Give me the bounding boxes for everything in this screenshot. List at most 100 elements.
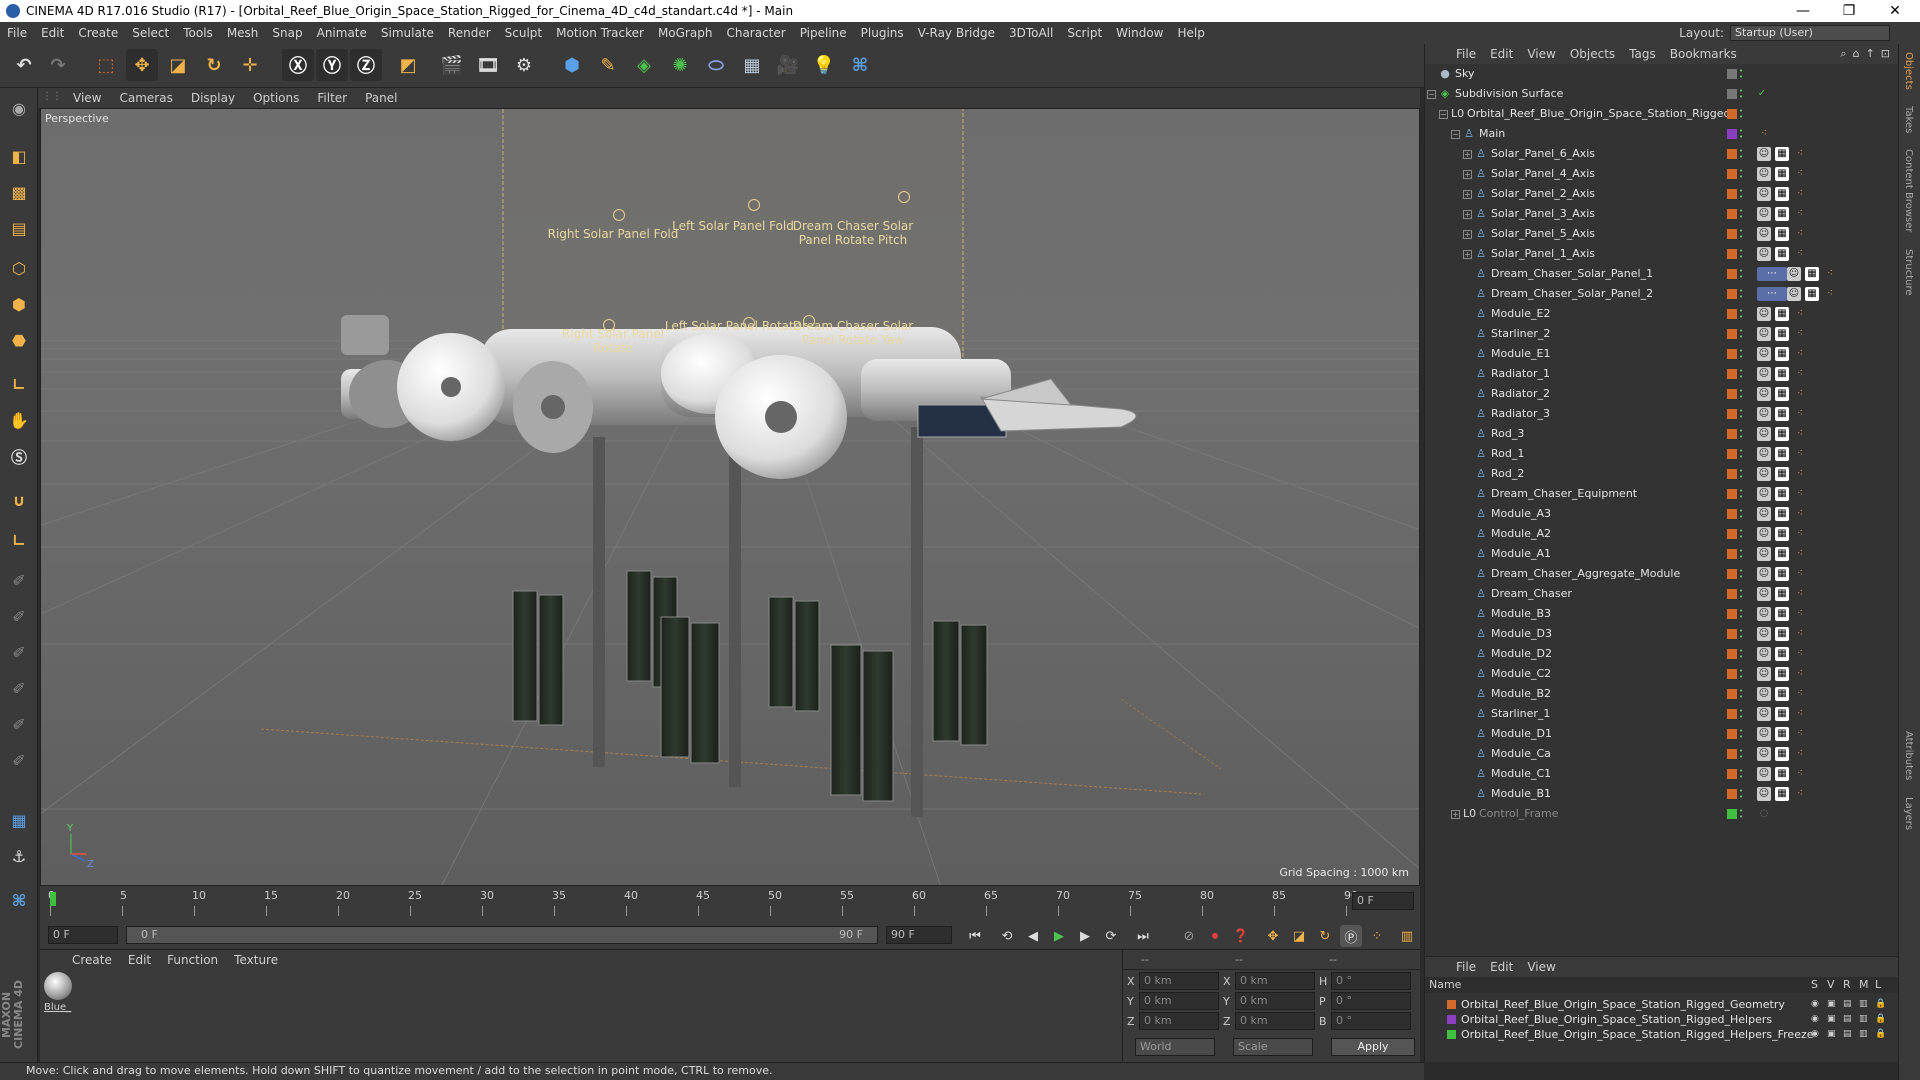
spline-pen-icon[interactable]: ✎ [592, 49, 624, 81]
move-tool-icon[interactable]: ✥ [126, 49, 158, 81]
expand-toggle-icon[interactable]: + [1463, 190, 1472, 199]
rig-control-handle[interactable] [613, 209, 625, 221]
weight-tag-icon[interactable]: ☺ [1757, 467, 1771, 481]
ik-tag-icon[interactable]: ⁖ [1793, 247, 1807, 261]
ik-tag-icon[interactable]: ⁖ [1793, 787, 1807, 801]
object-row[interactable]: ♙ Module_D3 • • ☺ ▦ ⁖ [1425, 624, 1899, 644]
expand-toggle-icon[interactable]: + [1463, 210, 1472, 219]
python-icon[interactable]: ⌘ [844, 49, 876, 81]
object-row[interactable]: ♙ Dream_Chaser_Solar_Panel_2 • • ⋯ ☺ ▦ ⁖ [1425, 284, 1899, 304]
selection-tag-icon[interactable]: ⋯ [1757, 267, 1787, 281]
visibility-dots-icon[interactable]: • • [1739, 108, 1745, 121]
visibility-dots-icon[interactable]: • • [1739, 388, 1745, 401]
ik-tag-icon[interactable]: ⁖ [1793, 627, 1807, 641]
ik-tag-icon[interactable]: ⁖ [1793, 427, 1807, 441]
panel-grip-icon[interactable]: ⋮⋮ [42, 91, 62, 105]
texture-tag-icon[interactable]: ▦ [1805, 267, 1819, 281]
go-to-start-icon[interactable]: ⏮ [964, 925, 986, 947]
texture-tag-icon[interactable]: ▦ [1775, 747, 1789, 761]
weight-tag-icon[interactable]: ☺ [1757, 647, 1771, 661]
cloner-icon[interactable]: ✺ [664, 49, 696, 81]
visibility-dots-icon[interactable]: • • [1739, 188, 1745, 201]
layer-row[interactable]: Orbital_Reef_Blue_Origin_Space_Station_R… [1425, 997, 1899, 1012]
weight-tag-icon[interactable]: ☺ [1757, 607, 1771, 621]
visibility-dots-icon[interactable]: • • [1739, 128, 1745, 141]
layer-row[interactable]: Orbital_Reef_Blue_Origin_Space_Station_R… [1425, 1027, 1899, 1042]
new-view-icon[interactable]: ⊡ [1881, 47, 1890, 61]
weight-tag-icon[interactable]: ☺ [1757, 567, 1771, 581]
layer-color-swatch[interactable] [1447, 1000, 1456, 1009]
layer-menu-file[interactable]: File [1449, 960, 1483, 974]
layer-color-swatch[interactable] [1727, 69, 1737, 79]
visibility-dots-icon[interactable]: • • [1739, 708, 1745, 721]
object-row[interactable]: ♙ Radiator_2 • • ☺ ▦ ⁖ [1425, 384, 1899, 404]
om-menu-objects[interactable]: Objects [1563, 47, 1622, 61]
layer-color-swatch[interactable] [1727, 489, 1737, 499]
weight-tag-icon[interactable]: ☺ [1757, 687, 1771, 701]
ik-tag-icon[interactable]: ⁖ [1793, 167, 1807, 181]
object-row[interactable]: + ♙ Solar_Panel_2_Axis • • ☺ ▦ ⁖ [1425, 184, 1899, 204]
expand-toggle-icon[interactable]: + [1463, 170, 1472, 179]
visibility-dots-icon[interactable]: • • [1739, 628, 1745, 641]
texture-tag-icon[interactable]: ▦ [1775, 547, 1789, 561]
live-selection-icon[interactable]: ⬚ [90, 49, 122, 81]
layer-color-swatch[interactable] [1727, 409, 1737, 419]
edges-mode-icon[interactable]: ⬢ [3, 288, 35, 320]
texture-tag-icon[interactable]: ▦ [1775, 187, 1789, 201]
coord-value-field[interactable]: 0 ° [1331, 992, 1411, 1010]
menu-animate[interactable]: Animate [310, 26, 374, 40]
om-menu-view[interactable]: View [1520, 47, 1562, 61]
ik-tag-icon[interactable]: ⁖ [1793, 347, 1807, 361]
texture-tag-icon[interactable]: ▦ [1775, 147, 1789, 161]
object-row[interactable]: ♙ Dream_Chaser • • ☺ ▦ ⁖ [1425, 584, 1899, 604]
object-row[interactable]: ♙ Module_A2 • • ☺ ▦ ⁖ [1425, 524, 1899, 544]
polygons-mode-icon[interactable]: ⬣ [3, 324, 35, 356]
brush-tool-4-icon[interactable]: ✐ [3, 672, 35, 704]
material-menu-create[interactable]: Create [64, 953, 120, 967]
viewport-menu-filter[interactable]: Filter [308, 91, 356, 105]
layer-color-swatch[interactable] [1727, 809, 1737, 819]
layer-color-swatch[interactable] [1727, 729, 1737, 739]
object-row[interactable]: ♙ Dream_Chaser_Solar_Panel_1 • • ⋯ ☺ ▦ ⁖ [1425, 264, 1899, 284]
material-menu-function[interactable]: Function [159, 953, 226, 967]
visibility-dots-icon[interactable]: • • [1739, 88, 1745, 101]
texture-tag-icon[interactable]: ▦ [1775, 307, 1789, 321]
ik-tag-icon[interactable]: ⁖ [1793, 367, 1807, 381]
previous-key-icon[interactable]: ⟲ [996, 925, 1018, 947]
visibility-dots-icon[interactable]: • • [1739, 268, 1745, 281]
visibility-dots-icon[interactable]: • • [1739, 328, 1745, 341]
visibility-dots-icon[interactable]: • • [1739, 308, 1745, 321]
texture-tag-icon[interactable]: ▦ [1775, 247, 1789, 261]
magnet-icon[interactable]: ∪ [3, 484, 35, 516]
expand-toggle-icon[interactable]: + [1463, 150, 1472, 159]
object-row[interactable]: + ♙ Solar_Panel_5_Axis • • ☺ ▦ ⁖ [1425, 224, 1899, 244]
menu-sculpt[interactable]: Sculpt [498, 26, 549, 40]
ik-tag-icon[interactable]: ⁖ [1823, 287, 1837, 301]
brush-tool-2-icon[interactable]: ✐ [3, 600, 35, 632]
visibility-dots-icon[interactable]: • • [1739, 228, 1745, 241]
transform-tool-icon[interactable]: ✛ [234, 49, 266, 81]
layer-color-swatch[interactable] [1727, 569, 1737, 579]
ik-tag-icon[interactable]: ⁖ [1793, 567, 1807, 581]
visibility-dots-icon[interactable]: • • [1739, 808, 1745, 821]
side-tab-layers[interactable]: Layers [1899, 789, 1918, 838]
layer-color-swatch[interactable] [1727, 449, 1737, 459]
side-tab-attributes[interactable]: Attributes [1899, 723, 1918, 788]
ik-tag-icon[interactable]: ⁖ [1823, 267, 1837, 281]
cube-primitive-icon[interactable]: ⬢ [556, 49, 588, 81]
keyframe-selection-icon[interactable]: ❓ [1230, 925, 1252, 947]
object-row[interactable]: ♙ Module_E1 • • ☺ ▦ ⁖ [1425, 344, 1899, 364]
ik-tag-icon[interactable]: ⁖ [1793, 667, 1807, 681]
floor-icon[interactable]: ▦ [736, 49, 768, 81]
texture-tag-icon[interactable]: ▦ [1775, 767, 1789, 781]
scale-dropdown[interactable]: Scale [1233, 1038, 1313, 1056]
search-icon[interactable]: ⌕ [1840, 47, 1846, 61]
rotate-tool-icon[interactable]: ↻ [198, 49, 230, 81]
layer-color-swatch[interactable] [1727, 349, 1737, 359]
visibility-dots-icon[interactable]: • • [1739, 148, 1745, 161]
visibility-dots-icon[interactable]: • • [1739, 508, 1745, 521]
visibility-dots-icon[interactable]: • • [1739, 788, 1745, 801]
manager-icon[interactable]: ▥ [1859, 1027, 1868, 1042]
menu-select[interactable]: Select [125, 26, 176, 40]
coord-value-field[interactable]: 0 ° [1331, 972, 1411, 990]
